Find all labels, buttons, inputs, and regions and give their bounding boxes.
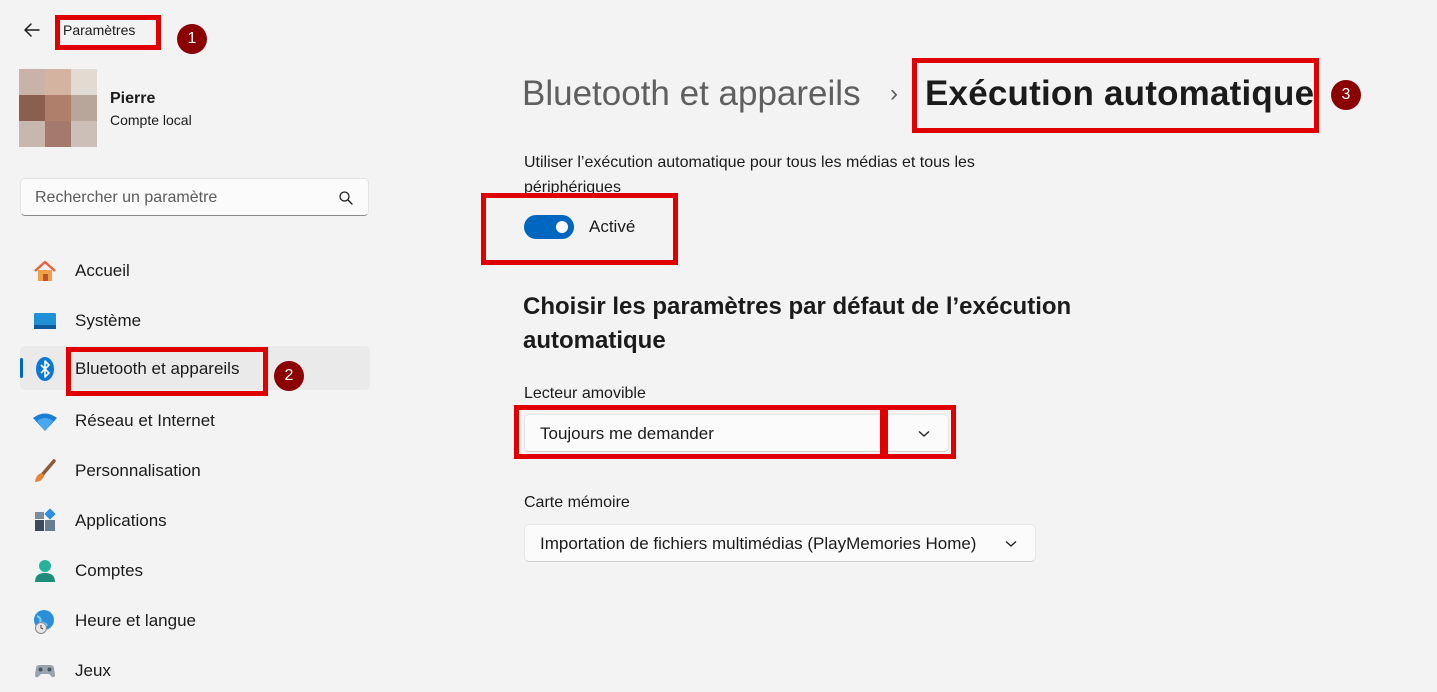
annotation-box-dropdown (514, 405, 885, 459)
back-arrow-icon[interactable] (20, 18, 44, 42)
sidebar-item-accueil[interactable]: Accueil (20, 248, 370, 292)
memory-card-dropdown[interactable]: Importation de fichiers multimédias (Pla… (524, 524, 1036, 562)
breadcrumb-separator: › (890, 80, 898, 107)
system-icon (34, 313, 56, 329)
person-icon (35, 560, 55, 582)
defaults-heading: Choisir les paramètres par défaut de l’e… (523, 293, 1072, 354)
sidebar-item-label: Réseau et Internet (75, 411, 215, 430)
memory-card-value: Importation de fichiers multimédias (Pla… (540, 534, 977, 553)
search-input[interactable]: Rechercher un paramètre (20, 178, 369, 216)
sidebar-item-heure-langue[interactable]: Heure et langue (20, 598, 370, 642)
annotation-box-toggle (481, 193, 678, 265)
sidebar-item-label: Applications (75, 511, 167, 530)
brush-icon (35, 459, 56, 482)
home-icon (34, 260, 56, 281)
globe-clock-icon (34, 610, 54, 634)
annotation-box-chevron (883, 405, 956, 459)
apps-icon (35, 508, 56, 531)
sidebar-item-applications[interactable]: Applications (20, 498, 370, 542)
sidebar-item-reseau[interactable]: Réseau et Internet (20, 398, 370, 442)
sidebar-item-systeme[interactable]: Système (20, 298, 370, 342)
sidebar-item-jeux[interactable]: Jeux (20, 648, 370, 692)
sidebar-item-label: Comptes (75, 561, 144, 580)
annotation-marker-2: 2 (274, 361, 304, 391)
wifi-icon (33, 413, 57, 431)
memory-card-label: Carte mémoire (524, 494, 630, 511)
annotation-marker-3: 3 (1331, 80, 1361, 110)
sidebar-item-label: Système (75, 311, 142, 330)
user-name: Pierre (110, 90, 156, 107)
gamepad-icon (35, 665, 55, 678)
removable-drive-label: Lecteur amovible (524, 385, 646, 402)
sidebar-item-comptes[interactable]: Comptes (20, 548, 370, 592)
user-account-type: Compte local (110, 112, 192, 128)
search-icon[interactable] (338, 190, 354, 206)
active-indicator (20, 358, 23, 378)
search-placeholder: Rechercher un paramètre (35, 189, 218, 206)
annotation-box-2 (66, 347, 268, 396)
sidebar-item-label: Accueil (75, 261, 130, 280)
avatar[interactable] (19, 69, 97, 147)
breadcrumb-parent[interactable]: Bluetooth et appareils (522, 74, 861, 114)
annotation-marker-1: 1 (177, 24, 207, 54)
bluetooth-icon (36, 357, 54, 381)
chevron-down-icon (1005, 541, 1017, 547)
sidebar-item-label: Personnalisation (75, 461, 201, 480)
sidebar-item-label: Heure et langue (75, 611, 196, 630)
sidebar-item-personnalisation[interactable]: Personnalisation (20, 448, 370, 492)
sidebar-item-label: Jeux (75, 661, 111, 680)
annotation-box-1 (55, 15, 161, 50)
annotation-box-3 (912, 58, 1319, 133)
